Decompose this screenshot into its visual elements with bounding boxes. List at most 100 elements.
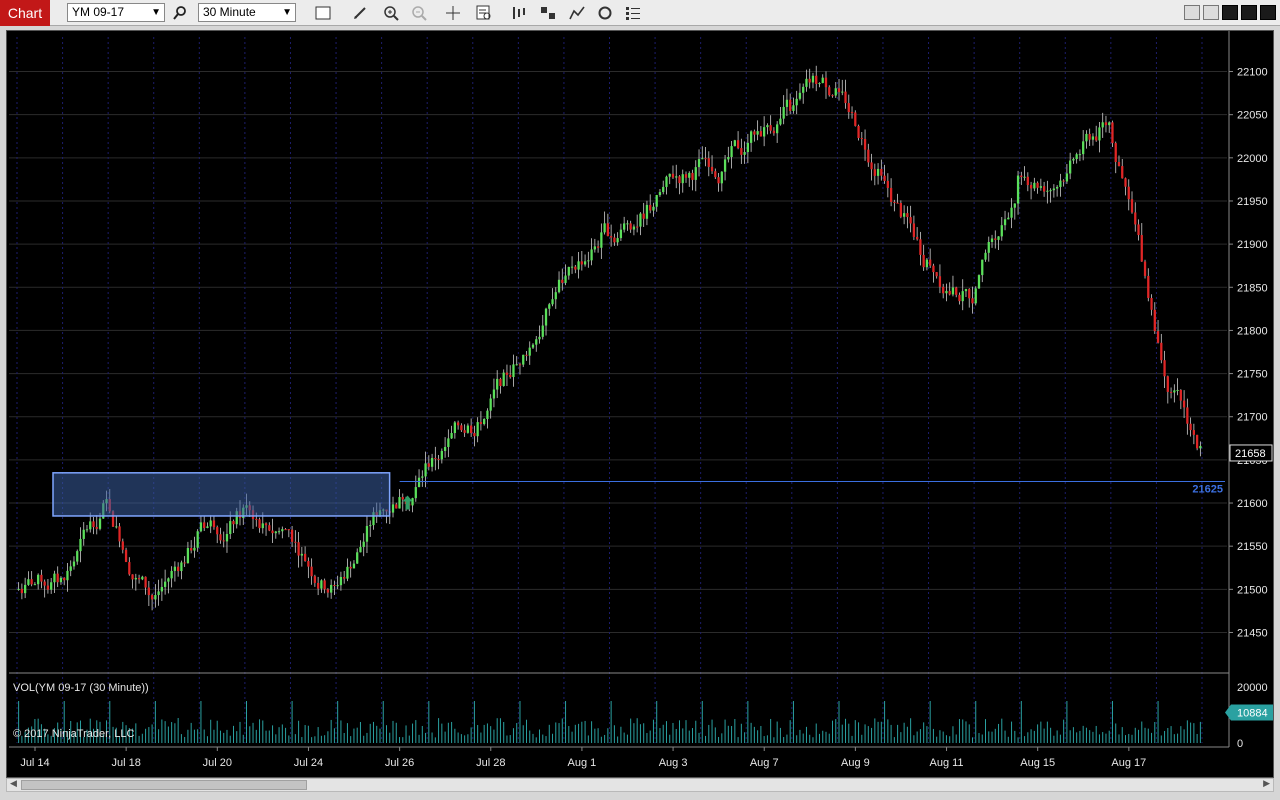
- price-tick-label: 22050: [1237, 110, 1268, 122]
- down-candle: [437, 458, 440, 460]
- down-candle: [994, 238, 997, 240]
- up-candle: [766, 125, 769, 128]
- up-candle: [544, 308, 548, 326]
- volume-tick-label: 20000: [1237, 682, 1268, 694]
- box-icon[interactable]: [313, 3, 333, 23]
- up-candle: [1176, 389, 1179, 391]
- up-candle: [531, 344, 535, 348]
- up-candle: [79, 538, 82, 552]
- restore-icon[interactable]: [1241, 5, 1257, 20]
- down-candle: [860, 138, 863, 140]
- crosshair-icon[interactable]: [443, 3, 463, 23]
- scrollbar-thumb[interactable]: [21, 780, 307, 790]
- down-candle: [772, 130, 776, 134]
- up-candle: [1000, 225, 1003, 237]
- bar-style-icon[interactable]: [508, 3, 528, 23]
- down-candle: [177, 566, 180, 572]
- down-candle: [929, 259, 932, 266]
- down-candle: [1166, 376, 1169, 392]
- up-candle: [486, 410, 489, 419]
- up-candle: [160, 586, 164, 592]
- up-candle: [196, 531, 199, 548]
- up-candle: [1033, 182, 1036, 189]
- zoom-out-icon[interactable]: [409, 3, 429, 23]
- up-candle: [723, 159, 727, 172]
- up-candle: [339, 576, 343, 586]
- down-candle: [740, 148, 743, 155]
- down-candle: [232, 521, 235, 525]
- minimize-icon[interactable]: [1222, 5, 1238, 20]
- up-candle: [281, 529, 284, 532]
- down-candle: [190, 548, 193, 551]
- scroll-left-icon[interactable]: ◀: [10, 778, 17, 789]
- up-candle: [782, 106, 785, 119]
- instrument-selector[interactable]: YM 09-17 ▼: [67, 3, 165, 22]
- drawing-tools-icon[interactable]: [567, 3, 587, 23]
- down-candle: [479, 422, 483, 425]
- price-tick-label: 21600: [1237, 498, 1268, 510]
- up-candle: [694, 167, 697, 180]
- close-icon[interactable]: [1260, 5, 1276, 20]
- chart-window-title: Chart: [0, 0, 50, 26]
- tile-icon[interactable]: [1203, 5, 1219, 20]
- up-candle: [554, 292, 557, 300]
- up-candle: [841, 91, 844, 93]
- down-candle: [828, 87, 831, 96]
- plot-style-icon[interactable]: [538, 3, 558, 23]
- up-candle: [701, 158, 704, 160]
- zoom-in-icon[interactable]: [381, 3, 401, 23]
- pencil-icon[interactable]: [350, 3, 370, 23]
- up-candle: [59, 577, 63, 583]
- up-candle: [180, 562, 183, 572]
- up-candle: [1199, 445, 1202, 449]
- down-candle: [932, 265, 935, 273]
- time-tick-label: Jul 18: [111, 757, 140, 769]
- down-candle: [649, 204, 652, 211]
- up-candle: [925, 259, 929, 268]
- up-candle: [466, 425, 470, 433]
- down-candle: [596, 246, 600, 248]
- down-candle: [505, 372, 509, 375]
- down-candle: [684, 174, 688, 178]
- down-candle: [1153, 309, 1156, 332]
- down-candle: [219, 534, 222, 541]
- search-icon[interactable]: [170, 3, 190, 23]
- down-candle: [128, 562, 131, 575]
- refresh-icon[interactable]: [595, 3, 615, 23]
- volume-tick-label: 0: [1237, 738, 1243, 750]
- down-candle: [118, 526, 121, 542]
- up-candle: [623, 223, 626, 230]
- down-candle: [707, 158, 710, 167]
- down-candle: [971, 298, 974, 304]
- copyright-text: © 2017 NinjaTrader, LLC: [13, 728, 134, 740]
- up-candle: [356, 552, 359, 564]
- timeframe-selector[interactable]: 30 Minute ▼: [198, 3, 296, 22]
- scroll-right-icon[interactable]: ▶: [1263, 778, 1270, 789]
- down-candle: [606, 223, 610, 237]
- down-candle: [255, 518, 258, 520]
- up-candle: [496, 378, 499, 390]
- up-candle: [997, 236, 1000, 240]
- data-box-icon[interactable]: [474, 3, 494, 23]
- down-candle: [323, 580, 326, 590]
- up-candle: [411, 498, 414, 506]
- down-candle: [1195, 434, 1199, 449]
- time-tick-label: Aug 1: [568, 757, 597, 769]
- down-candle: [636, 226, 639, 228]
- down-candle: [46, 585, 50, 590]
- down-candle: [297, 542, 300, 556]
- down-candle: [769, 125, 772, 131]
- properties-icon[interactable]: [623, 3, 643, 23]
- tile-icon[interactable]: [1184, 5, 1200, 20]
- up-candle: [1059, 180, 1062, 187]
- up-candle: [811, 75, 815, 83]
- up-candle: [528, 347, 531, 356]
- down-candle: [824, 77, 828, 88]
- chart-panel[interactable]: 21625 22100 22050 22000 21950 21900 21850 21800…: [6, 30, 1274, 778]
- horizontal-scrollbar[interactable]: ◀ ▶: [6, 778, 1274, 792]
- up-candle: [818, 83, 821, 85]
- price-chart[interactable]: 21625 22100 22050 22000 21950 21900 21850 21800…: [7, 31, 1275, 779]
- up-candle: [274, 531, 277, 534]
- chart-toolbar: Chart YM 09-17 ▼ 30 Minute ▼: [0, 0, 1280, 26]
- down-candle: [847, 103, 850, 113]
